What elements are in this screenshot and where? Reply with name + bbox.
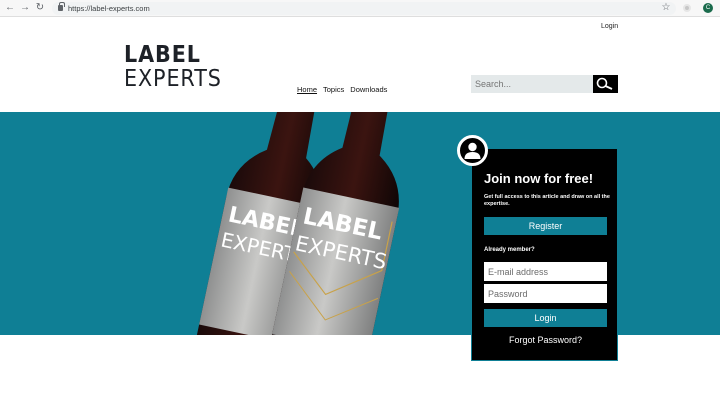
profile-avatar[interactable]: C [703,3,713,13]
nav-home[interactable]: Home [297,85,317,94]
register-button[interactable]: Register [484,217,607,235]
browser-toolbar: ← → ↻ https://label-experts.com ☆ C [0,0,720,17]
reload-icon[interactable]: ↻ [34,2,46,14]
nav-topics[interactable]: Topics [323,85,344,94]
signup-card: Join now for free! Get full access to th… [471,148,618,361]
main-nav: Home Topics Downloads [297,85,387,94]
password-field[interactable] [484,284,607,303]
forgot-password-link[interactable]: Forgot Password? [472,335,619,345]
site-logo[interactable]: LABEL EXPERTS [124,43,233,91]
email-field[interactable] [484,262,607,281]
bookmark-star-icon[interactable]: ☆ [661,2,671,14]
extension-icon[interactable] [683,4,691,12]
login-button[interactable]: Login [484,309,607,327]
nav-downloads[interactable]: Downloads [350,85,387,94]
card-title: Join now for free! [484,171,594,186]
address-bar[interactable]: https://label-experts.com [52,2,676,15]
lock-icon [58,2,65,11]
logo-line-2: EXPERTS [124,66,222,92]
header-login-link[interactable]: Login [601,23,618,30]
search-icon [596,77,613,90]
logo-line-1: LABEL [124,42,201,68]
url-text: https://label-experts.com [68,4,150,13]
card-description: Get full access to this article and draw… [484,194,610,207]
search-button[interactable] [593,75,618,93]
search-input[interactable] [471,75,594,93]
already-member-label: Already member? [484,247,535,253]
back-arrow-icon[interactable]: ← [4,2,16,14]
forward-arrow-icon[interactable]: → [19,2,31,14]
user-avatar-icon [457,135,488,166]
